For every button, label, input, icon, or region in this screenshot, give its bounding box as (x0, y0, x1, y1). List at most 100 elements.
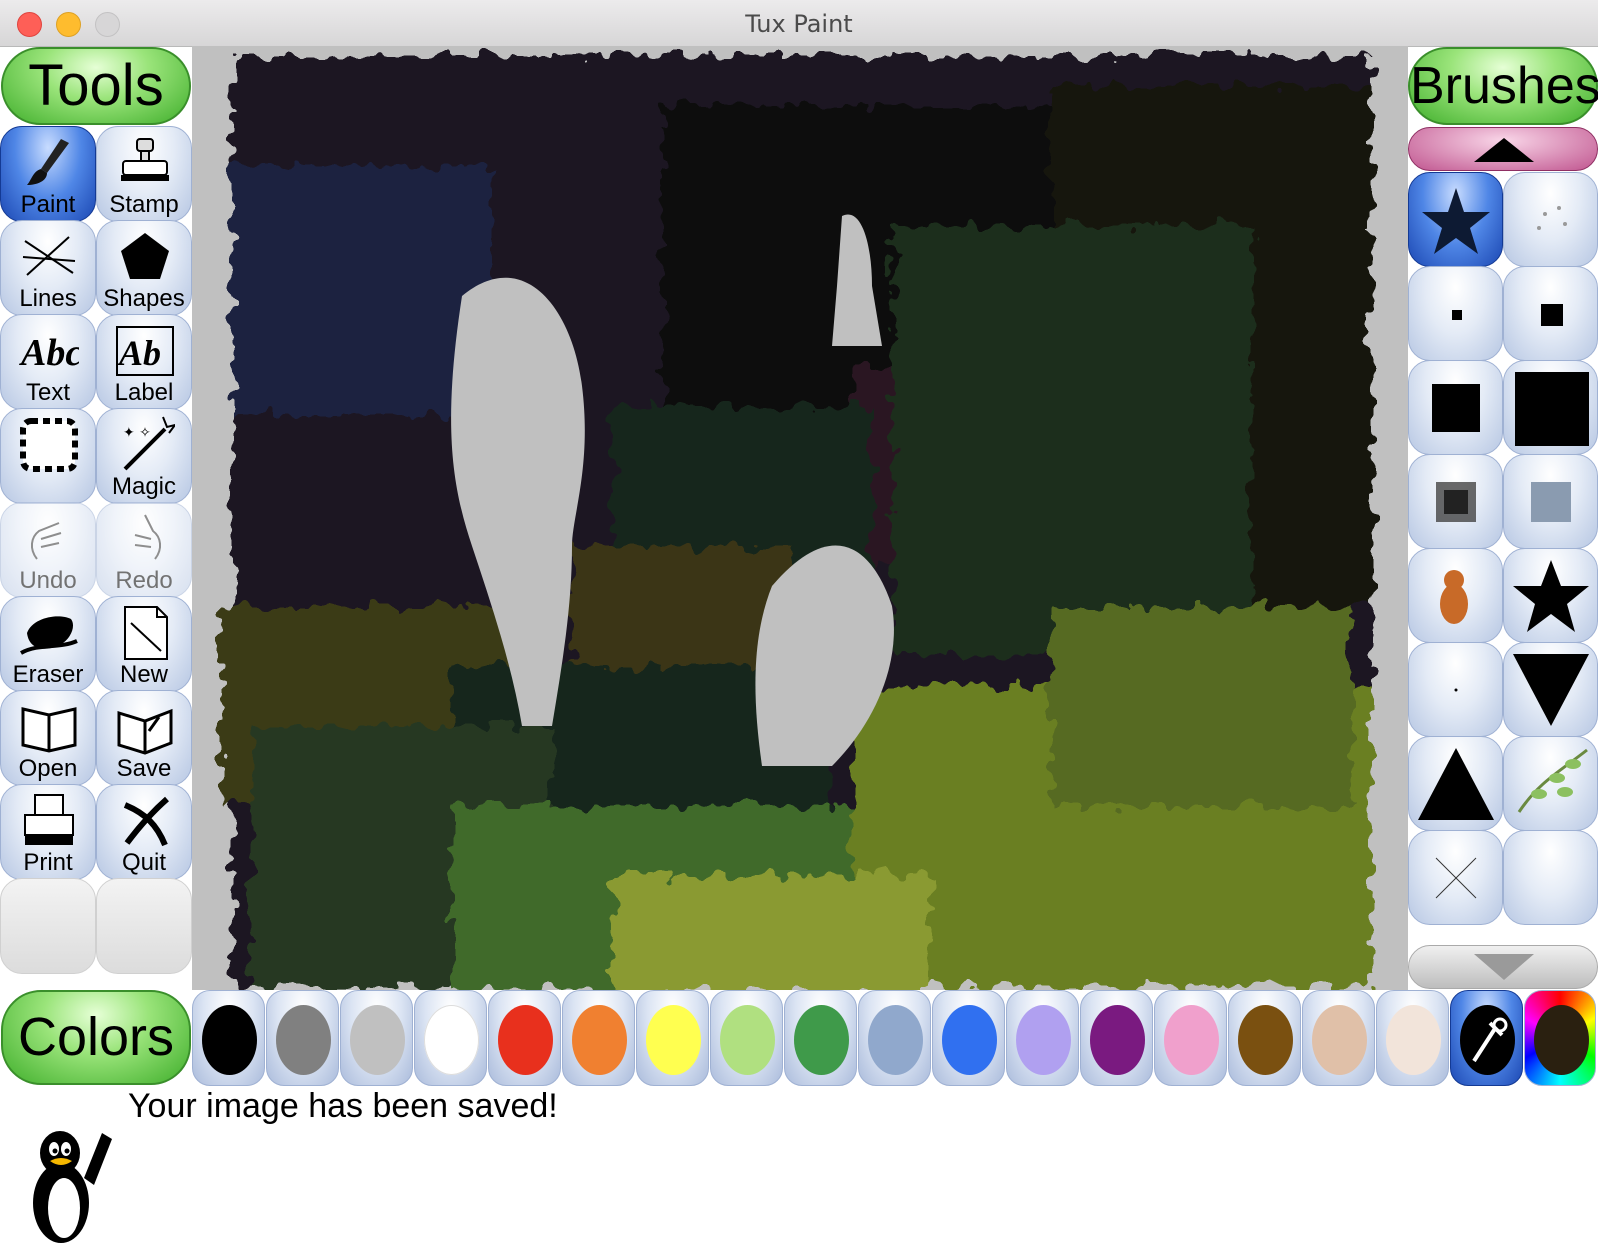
color-swatch[interactable] (192, 990, 265, 1086)
tool-eraser-button[interactable]: Eraser (0, 596, 96, 692)
tool-label: Redo (115, 567, 173, 594)
brush-option[interactable] (1503, 266, 1598, 361)
brush-option[interactable] (1408, 830, 1503, 925)
color-swatch[interactable] (562, 990, 635, 1086)
brush-option[interactable] (1408, 266, 1503, 361)
quit-x-icon (123, 796, 169, 847)
color-swatch[interactable] (1228, 990, 1301, 1086)
color-swatch[interactable] (710, 990, 783, 1086)
triangle-down-brush-icon (1513, 654, 1589, 726)
brush-option[interactable] (1408, 172, 1503, 267)
colors-header: Colors (1, 990, 191, 1085)
color-dot (720, 1005, 775, 1075)
brush-option[interactable] (1503, 360, 1598, 455)
pentagon-icon (121, 233, 169, 279)
color-dot (276, 1005, 331, 1075)
spray-brush-icon (1537, 206, 1567, 230)
tool-label: Undo (19, 567, 77, 594)
brush-option[interactable] (1408, 360, 1503, 455)
color-swatch[interactable] (488, 990, 561, 1086)
color-swatch[interactable] (266, 990, 339, 1086)
stamp-icon (121, 138, 169, 181)
tool-undo-button[interactable]: Undo (0, 502, 96, 598)
small-square-brush-icon (1452, 310, 1462, 320)
tool-open-button[interactable]: Open (0, 690, 96, 786)
color-dot (572, 1005, 627, 1075)
starfish-brush-icon (1422, 188, 1490, 254)
large-square-brush-icon (1432, 384, 1480, 432)
tool-label: Paint (20, 191, 76, 218)
redo-hand-icon (134, 514, 161, 560)
svg-text:Abc: Abc (19, 332, 79, 374)
color-swatch[interactable] (340, 990, 413, 1086)
eyedropper-button[interactable] (1450, 990, 1523, 1086)
color-dot (794, 1005, 849, 1075)
tool-label: Lines (19, 285, 77, 312)
status-area: Your image has been saved! (0, 1087, 1598, 1246)
tools-header: Tools (1, 47, 191, 125)
brush-option[interactable] (1408, 642, 1503, 737)
brush-option[interactable] (1503, 548, 1598, 643)
color-swatch[interactable] (784, 990, 857, 1086)
color-dot (646, 1005, 701, 1075)
tool-paint-button[interactable]: Paint (0, 126, 96, 222)
color-swatch[interactable] (1154, 990, 1227, 1086)
brush-option[interactable] (1503, 830, 1598, 925)
tool-label: Stamp (109, 191, 179, 218)
color-swatch[interactable] (932, 990, 1005, 1086)
brushes-scroll-down-button[interactable] (1408, 945, 1598, 989)
brushes-header: Brushes (1408, 47, 1598, 125)
star-brush-icon (1513, 560, 1589, 632)
down-arrow-icon (1474, 954, 1534, 980)
brush-option[interactable] (1503, 642, 1598, 737)
brush-option[interactable] (1408, 548, 1503, 643)
tool-magic-button[interactable]: ✦ ✧ Magic (96, 408, 192, 504)
tool-label: Label (114, 379, 174, 406)
tool-lines-button[interactable]: Lines (0, 220, 96, 316)
tool-quit-button[interactable]: Quit (96, 784, 192, 880)
color-swatch[interactable] (1302, 990, 1375, 1086)
color-swatch[interactable] (414, 990, 487, 1086)
tool-shapes-button[interactable]: Shapes (96, 220, 192, 316)
brush-option[interactable] (1408, 736, 1503, 831)
color-picker-button[interactable] (1524, 990, 1596, 1086)
undo-hand-icon (31, 522, 62, 560)
tool-new-button[interactable]: New (96, 596, 192, 692)
cross-brush-icon (1435, 857, 1477, 899)
tool-label: Save (116, 755, 172, 782)
svg-text:✦ ✧: ✦ ✧ (123, 425, 151, 441)
tool-text-button[interactable]: Abc Text (0, 314, 96, 410)
tool-redo-button[interactable]: Redo (96, 502, 192, 598)
brush-option[interactable] (1503, 454, 1598, 549)
brush-option[interactable] (1503, 172, 1598, 267)
color-swatch[interactable] (858, 990, 931, 1086)
tool-save-button[interactable]: Save (96, 690, 192, 786)
save-book-icon (117, 708, 173, 755)
color-swatch[interactable] (1006, 990, 1079, 1086)
brush-option[interactable] (1503, 736, 1598, 831)
tool-label-button[interactable]: Ab Label (96, 314, 192, 410)
color-swatch[interactable] (636, 990, 709, 1086)
xlarge-square-brush-icon (1515, 372, 1589, 446)
triangle-up-brush-icon (1418, 748, 1494, 820)
color-dot (1090, 1005, 1145, 1075)
color-swatch[interactable] (1376, 990, 1449, 1086)
color-dot (202, 1005, 257, 1075)
brush-option[interactable] (1408, 454, 1503, 549)
drawing-canvas[interactable] (192, 46, 1408, 990)
color-dot (942, 1005, 997, 1075)
tool-stamp-button[interactable]: Stamp (96, 126, 192, 222)
brushes-scroll-up-button[interactable] (1408, 127, 1598, 171)
tool-fill-button[interactable] (0, 408, 96, 504)
color-dot (1016, 1005, 1071, 1075)
color-palette (192, 990, 1598, 1086)
color-dot (1238, 1005, 1293, 1075)
new-page-icon (124, 606, 168, 660)
color-dot (868, 1005, 923, 1075)
text-abc-icon: Abc (19, 332, 79, 374)
color-dot (424, 1005, 479, 1075)
tool-print-button[interactable]: Print (0, 784, 96, 880)
soft-square-brush-icon (1531, 482, 1571, 522)
color-swatch[interactable] (1080, 990, 1153, 1086)
tool-label: Print (23, 849, 73, 876)
